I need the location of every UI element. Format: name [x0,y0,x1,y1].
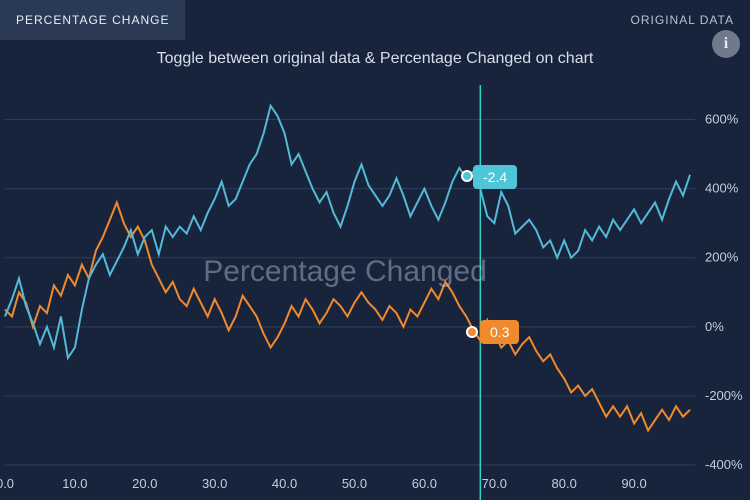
tooltip-orange: 0.3 [480,320,519,344]
svg-text:70.0: 70.0 [482,476,507,491]
svg-text:600%: 600% [705,112,739,127]
chart-subtitle: Toggle between original data & Percentag… [0,50,750,68]
svg-text:10.0: 10.0 [62,476,87,491]
svg-text:0%: 0% [705,319,724,334]
svg-text:80.0: 80.0 [552,476,577,491]
series-marker-blue [461,170,473,182]
svg-text:20.0: 20.0 [132,476,157,491]
tab-percentage-change[interactable]: PERCENTAGE CHANGE [0,0,185,40]
svg-text:0.0: 0.0 [0,476,14,491]
svg-text:50.0: 50.0 [342,476,367,491]
tooltip-blue: -2.4 [473,165,517,189]
chart-canvas[interactable]: 600% 400% 200% 0% -200% -400% 0.0 10.0 20.0 30.0… [0,75,750,500]
svg-text:200%: 200% [705,250,739,265]
svg-text:60.0: 60.0 [412,476,437,491]
svg-text:40.0: 40.0 [272,476,297,491]
svg-text:30.0: 30.0 [202,476,227,491]
series-marker-orange [466,326,478,338]
svg-text:90.0: 90.0 [621,476,646,491]
svg-text:400%: 400% [705,181,739,196]
svg-text:-400%: -400% [705,457,743,472]
svg-text:-200%: -200% [705,388,743,403]
